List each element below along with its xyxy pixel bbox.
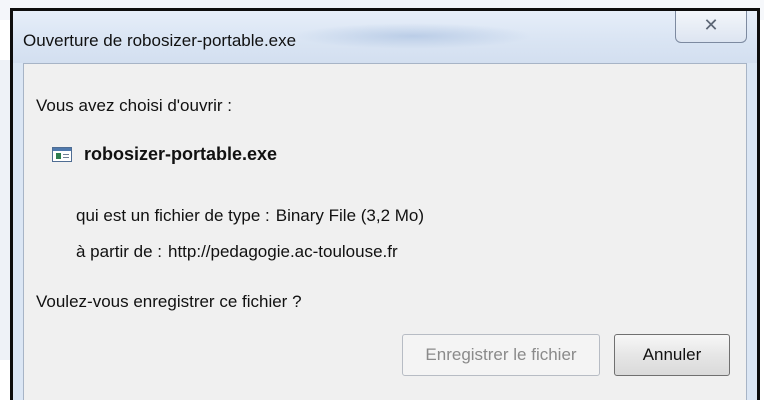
title-bar[interactable]: Ouverture de robosizer-portable.exe ✕ — [13, 11, 757, 63]
file-source-value: http://pedagogie.ac-toulouse.fr — [168, 242, 398, 261]
file-type-value: Binary File (3,2 Mo) — [275, 206, 425, 225]
download-dialog-window: Ouverture de robosizer-portable.exe ✕ Vo… — [10, 8, 760, 400]
file-type-row: qui est un fichier de type : Binary File … — [76, 206, 424, 226]
intro-text: Vous avez choisi d'ouvrir : — [36, 96, 233, 115]
file-source-label: à partir de : — [76, 242, 162, 261]
title-bar-glow — [293, 23, 533, 49]
file-type-label: qui est un fichier de type : — [76, 206, 270, 225]
close-icon: ✕ — [703, 14, 719, 36]
screen: Ouverture de robosizer-portable.exe ✕ Vo… — [0, 0, 764, 401]
file-name: robosizer-portable.exe — [84, 144, 278, 164]
file-source-row: à partir de : http://pedagogie.ac-toulous… — [76, 242, 398, 262]
file-row: robosizer-portable.exe — [52, 144, 277, 165]
binary-file-icon — [52, 147, 72, 162]
cancel-button[interactable]: Annuler — [614, 334, 730, 376]
dialog-content: Vous avez choisi d'ouvrir : robosizer-po… — [23, 63, 747, 400]
window-title: Ouverture de robosizer-portable.exe — [23, 31, 297, 50]
save-file-button[interactable]: Enregistrer le fichier — [402, 334, 600, 376]
save-question: Voulez-vous enregistrer ce fichier ? — [36, 292, 302, 311]
close-button[interactable]: ✕ — [675, 11, 747, 43]
